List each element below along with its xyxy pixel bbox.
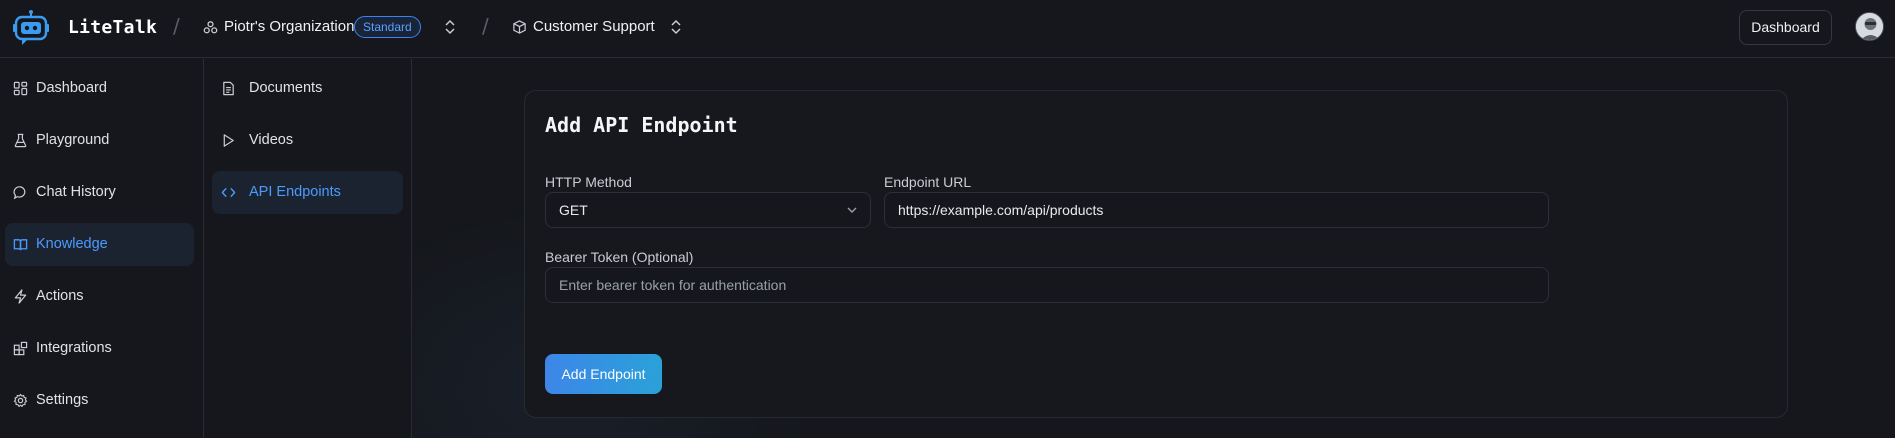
project-switcher-chevron-icon[interactable]	[669, 18, 683, 36]
breadcrumb-separator: /	[482, 14, 489, 38]
bearer-token-placeholder: Enter bearer token for authentication	[559, 277, 787, 293]
sidebar: Dashboard Playground Chat History Knowle…	[0, 59, 204, 438]
sidebar-item-label: Settings	[36, 392, 89, 408]
add-endpoint-card: Add API Endpoint HTTP Method GET Endpoin…	[524, 90, 1788, 418]
subnav-item-api-endpoints[interactable]: API Endpoints	[212, 171, 403, 214]
sidebar-item-label: Playground	[36, 132, 110, 148]
sidebar-item-chat-history[interactable]: Chat History	[5, 171, 194, 214]
chat-bubble-icon	[13, 186, 26, 200]
breadcrumb-separator: /	[173, 14, 180, 38]
sidebar-item-actions[interactable]: Actions	[5, 275, 194, 318]
knowledge-subnav: Documents Videos API Endpoints	[205, 59, 412, 438]
blocks-icon	[13, 341, 28, 356]
app-name: LiteTalk	[68, 17, 158, 38]
http-method-select[interactable]: GET	[545, 192, 871, 228]
code-icon	[221, 187, 236, 198]
robot-logo-icon[interactable]	[12, 9, 50, 47]
sidebar-item-integrations[interactable]: Integrations	[5, 327, 194, 370]
plan-badge: Standard	[354, 16, 421, 38]
subnav-item-label: Documents	[249, 80, 323, 96]
chevron-down-icon	[847, 207, 857, 213]
subnav-item-label: Videos	[249, 132, 294, 148]
dashboard-button[interactable]: Dashboard	[1739, 10, 1832, 45]
document-icon	[223, 81, 234, 96]
page-title: Add API Endpoint	[545, 113, 738, 137]
endpoint-url-label: Endpoint URL	[884, 174, 972, 190]
subnav-item-videos[interactable]: Videos	[212, 119, 403, 162]
sidebar-item-settings[interactable]: Settings	[5, 379, 194, 422]
sidebar-item-label: Integrations	[36, 340, 112, 356]
dashboard-icon	[13, 81, 28, 96]
sidebar-item-label: Knowledge	[36, 236, 108, 252]
subnav-item-label: API Endpoints	[249, 184, 341, 200]
gear-icon	[13, 393, 28, 407]
book-icon	[13, 239, 28, 251]
sidebar-item-label: Actions	[36, 288, 84, 304]
play-icon	[223, 134, 234, 147]
sidebar-item-knowledge[interactable]: Knowledge	[5, 223, 194, 266]
cube-icon	[513, 20, 526, 34]
project-name[interactable]: Customer Support	[533, 18, 655, 35]
subnav-item-documents[interactable]: Documents	[212, 67, 403, 110]
flask-icon	[14, 133, 27, 148]
sidebar-item-label: Dashboard	[36, 80, 107, 96]
endpoint-url-value: https://example.com/api/products	[898, 202, 1104, 218]
organization-name[interactable]: Piotr's Organization	[224, 18, 354, 35]
top-bar: LiteTalk / Piotr's Organization Standard…	[0, 0, 1895, 58]
http-method-value: GET	[559, 202, 588, 218]
user-avatar-icon	[1856, 13, 1883, 40]
lightning-icon	[14, 289, 27, 304]
sidebar-item-dashboard[interactable]: Dashboard	[5, 67, 194, 110]
sidebar-item-label: Chat History	[36, 184, 116, 200]
main-content: Add API Endpoint HTTP Method GET Endpoin…	[413, 59, 1895, 438]
endpoint-url-input[interactable]: https://example.com/api/products	[884, 192, 1549, 228]
http-method-label: HTTP Method	[545, 174, 632, 190]
add-endpoint-button[interactable]: Add Endpoint	[545, 354, 662, 394]
sidebar-item-playground[interactable]: Playground	[5, 119, 194, 162]
bearer-token-label: Bearer Token (Optional)	[545, 249, 694, 265]
bearer-token-input[interactable]: Enter bearer token for authentication	[545, 267, 1549, 303]
organization-icon	[203, 21, 218, 34]
org-switcher-chevron-icon[interactable]	[443, 18, 457, 36]
avatar[interactable]	[1855, 12, 1884, 41]
